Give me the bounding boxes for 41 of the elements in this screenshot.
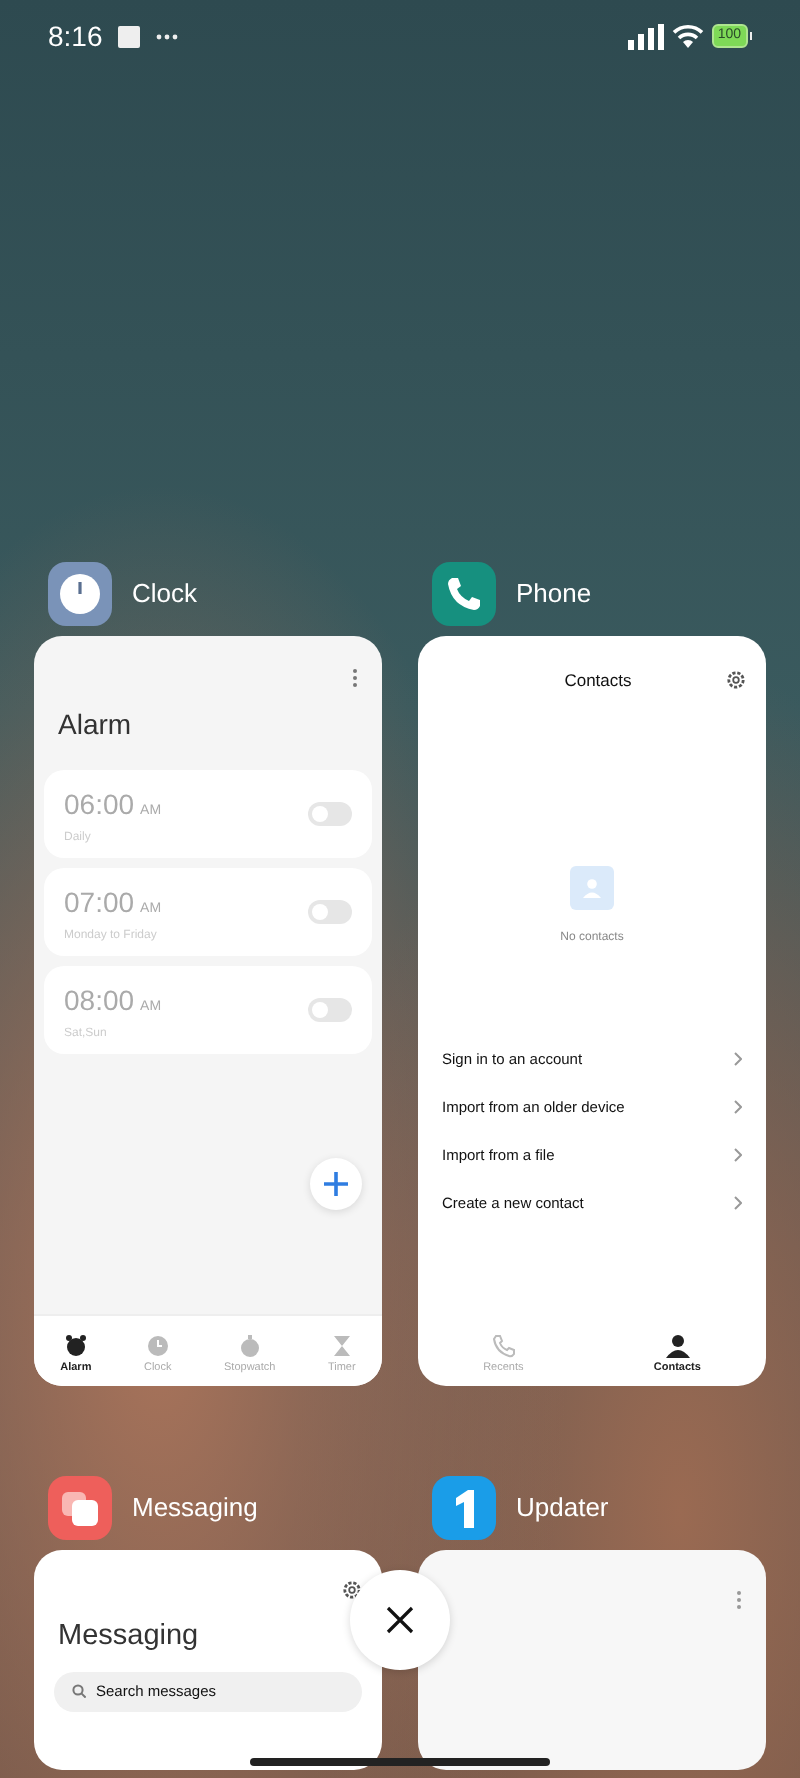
close-icon [386, 1606, 414, 1634]
chevron-right-icon [734, 1195, 742, 1210]
more-icon[interactable] [736, 1590, 742, 1610]
screen-title: Messaging [56, 1618, 201, 1656]
screen-title: Alarm [56, 706, 134, 744]
toggle-switch[interactable] [308, 900, 352, 924]
search-icon [72, 1684, 86, 1699]
app-name: Updater [516, 1490, 609, 1527]
phone-app-icon [432, 562, 496, 626]
alarm-clock-icon [63, 1333, 88, 1358]
app-name: Messaging [132, 1490, 258, 1527]
messaging-app-icon [48, 1476, 112, 1540]
screen-title: Contacts [564, 668, 632, 694]
alarm-time: 08:00 [64, 983, 135, 1015]
notification-icon [118, 25, 141, 47]
chevron-right-icon [734, 1147, 742, 1162]
updater-app-icon [432, 1476, 496, 1540]
app-name: Phone [516, 576, 592, 613]
clock-app-icon [48, 562, 112, 626]
person-icon [665, 1333, 690, 1358]
status-time: 8:16 [48, 17, 103, 55]
add-button[interactable] [310, 1157, 362, 1209]
alarm-time: 07:00 [64, 885, 135, 917]
app-name: Clock [132, 576, 198, 613]
more-notifications-icon [156, 33, 179, 39]
signal-icon [627, 23, 664, 49]
hourglass-icon [329, 1333, 354, 1358]
more-icon[interactable] [352, 668, 358, 688]
alarm-time: 06:00 [64, 787, 135, 819]
toggle-switch[interactable] [308, 998, 352, 1022]
wifi-icon [671, 24, 704, 48]
settings-icon[interactable] [725, 670, 746, 691]
settings-icon[interactable] [342, 1580, 362, 1600]
chevron-right-icon [734, 1099, 742, 1114]
plus-icon [324, 1171, 348, 1195]
stopwatch-icon [237, 1333, 262, 1358]
phone-icon [491, 1333, 516, 1358]
chevron-right-icon [734, 1051, 742, 1066]
toggle-switch[interactable] [308, 802, 352, 826]
contact-placeholder-icon [570, 865, 614, 910]
clock-icon [145, 1333, 170, 1358]
